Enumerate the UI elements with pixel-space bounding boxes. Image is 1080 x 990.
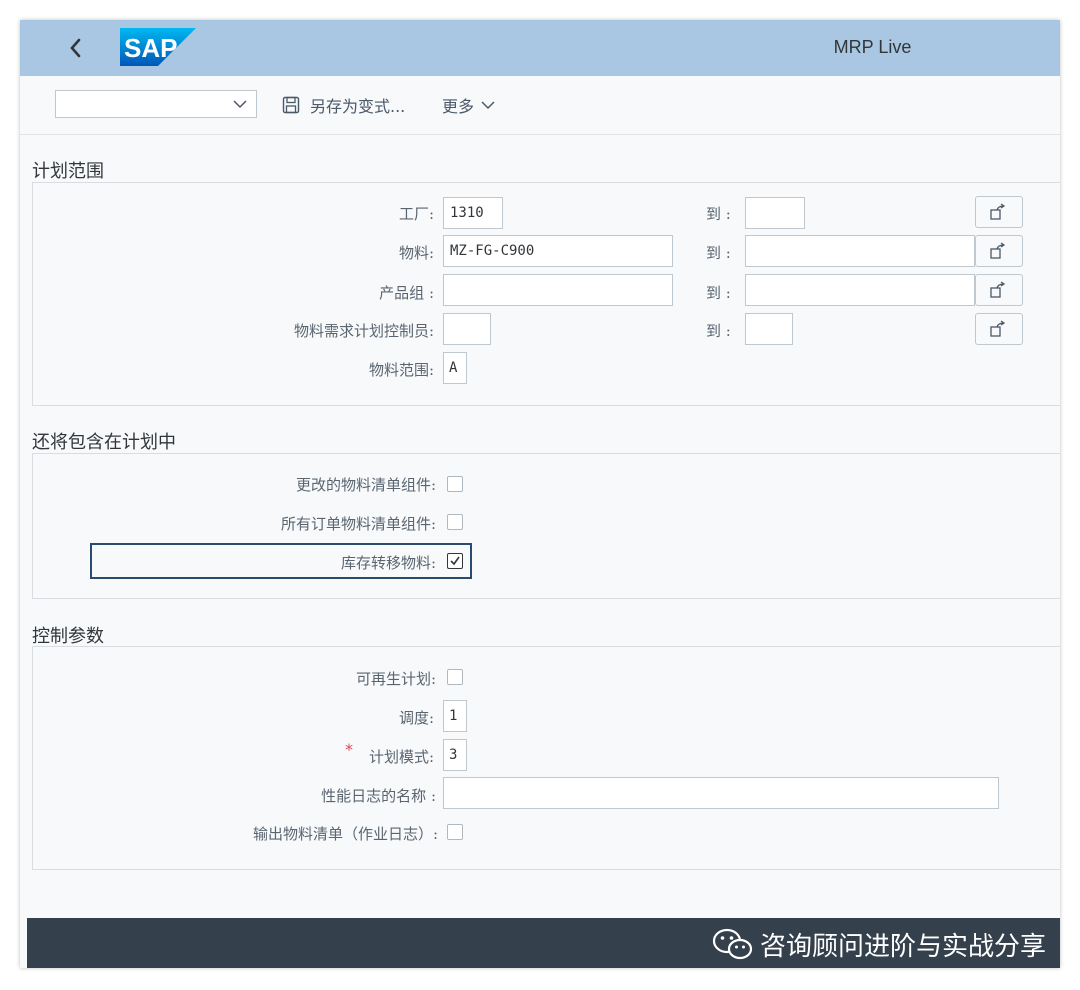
performance-log-name-input[interactable] [443, 777, 999, 809]
app-window: SAP MRP Live 另存为变式... 更多 计划范围 工厂: 1310 到… [20, 20, 1060, 968]
chevron-down-icon [233, 100, 247, 109]
watermark-text: 咨询顾问进阶与实战分享 [759, 932, 1046, 962]
material-scope-input[interactable]: A [443, 352, 467, 384]
material-input[interactable]: MZ-FG-C900 [443, 235, 673, 267]
multiple-selection-icon [990, 281, 1006, 298]
plant-multiple-selection-button[interactable] [975, 196, 1023, 228]
output-bom-checkbox[interactable] [447, 824, 463, 840]
plant-label: 工厂: [398, 205, 434, 223]
mrp-controller-label: 物料需求计划控制员: [293, 322, 434, 340]
scheduling-label: 调度: [398, 709, 434, 727]
more-button[interactable]: 更多 [442, 94, 496, 116]
section-title-planning-scope: 计划范围 [32, 161, 104, 182]
plant-to-input[interactable] [745, 197, 805, 229]
plant-input[interactable]: 1310 [443, 197, 503, 229]
product-group-label: 产品组 : [379, 284, 434, 302]
to-label: 到 : [706, 205, 731, 223]
to-label: 到 : [706, 322, 731, 340]
performance-log-name-label: 性能日志的名称 : [321, 787, 436, 805]
material-to-input[interactable] [745, 235, 975, 267]
all-order-bom-components-label: 所有订单物料清单组件: [280, 515, 436, 533]
sap-logo: SAP [120, 28, 196, 70]
multiple-selection-icon [990, 320, 1006, 337]
stock-transfer-materials-label: 库存转移物料: [340, 554, 436, 572]
stock-transfer-materials-checkbox[interactable] [447, 553, 463, 569]
changed-bom-components-checkbox[interactable] [447, 476, 463, 492]
product-group-to-input[interactable] [745, 274, 975, 306]
planning-mode-label: 计划模式: [368, 748, 434, 766]
floppy-disk-icon [282, 96, 300, 114]
watermark: 咨询顾问进阶与实战分享 [712, 926, 1046, 963]
shell-bar: SAP MRP Live [20, 20, 1060, 76]
changed-bom-components-label: 更改的物料清单组件: [295, 476, 436, 494]
save-as-variant-button[interactable]: 另存为变式... [282, 94, 405, 116]
app-title: MRP Live [833, 37, 912, 57]
material-multiple-selection-button[interactable] [975, 235, 1023, 267]
planning-mode-input[interactable]: 3 [443, 739, 467, 771]
save-variant-label: 另存为变式... [310, 97, 406, 116]
variant-toolbar: 另存为变式... 更多 [20, 76, 1060, 135]
material-scope-label: 物料范围: [368, 361, 434, 379]
chevron-down-icon [481, 101, 495, 110]
mrp-controller-multiple-selection-button[interactable] [975, 313, 1023, 345]
output-bom-label: 输出物料清单（作业日志）: [252, 825, 438, 843]
scheduling-input[interactable]: 1 [443, 700, 467, 732]
to-label: 到 : [706, 284, 731, 302]
more-label: 更多 [442, 97, 475, 116]
product-group-input[interactable] [443, 274, 673, 306]
to-label: 到 : [706, 244, 731, 262]
section-title-control-params: 控制参数 [32, 626, 104, 647]
back-button[interactable] [60, 32, 92, 64]
chevron-left-icon [70, 38, 81, 58]
mrp-controller-to-input[interactable] [745, 313, 793, 345]
checkmark-icon [450, 556, 460, 566]
footer-bar: 咨询顾问进阶与实战分享 [27, 918, 1060, 968]
multiple-selection-icon [990, 203, 1006, 220]
svg-text:SAP: SAP [124, 33, 177, 63]
wechat-icon [712, 928, 753, 959]
regenerative-planning-label: 可再生计划: [355, 670, 436, 688]
product-group-multiple-selection-button[interactable] [975, 274, 1023, 306]
section-title-also-include: 还将包含在计划中 [32, 432, 176, 453]
multiple-selection-icon [990, 242, 1006, 259]
mrp-controller-input[interactable] [443, 313, 491, 345]
variant-select[interactable] [55, 90, 257, 118]
regenerative-planning-checkbox[interactable] [447, 669, 463, 685]
material-label: 物料: [398, 244, 434, 262]
all-order-bom-components-checkbox[interactable] [447, 514, 463, 530]
